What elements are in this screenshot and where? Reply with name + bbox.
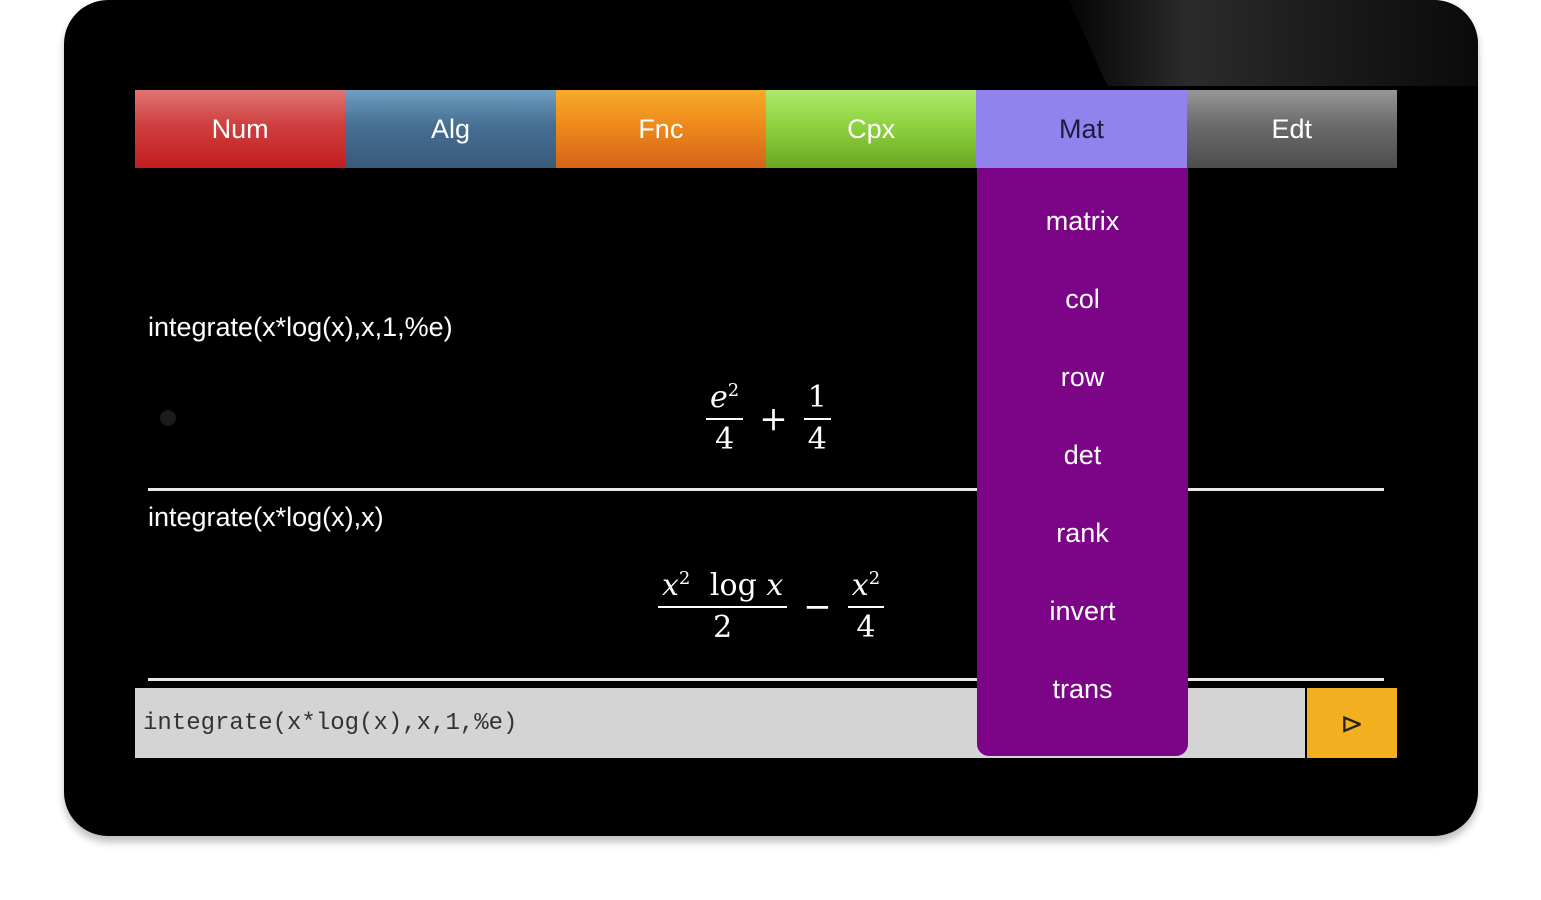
result-2-left-base: x	[662, 568, 679, 603]
tab-alg[interactable]: Alg	[345, 90, 556, 168]
history-divider-2	[148, 678, 1384, 681]
menu-item-rank[interactable]: rank	[977, 494, 1188, 572]
result-1-left-num: e	[710, 380, 728, 415]
menu-item-matrix[interactable]: matrix	[977, 182, 1188, 260]
result-2-right-exp: 2	[868, 568, 881, 589]
result-2-left-den: 2	[713, 610, 733, 645]
menu-item-det[interactable]: det	[977, 416, 1188, 494]
result-2-right-den: 4	[856, 610, 876, 645]
result-1-right-den: 4	[807, 422, 827, 457]
result-1-left-exp: 2	[727, 380, 740, 401]
mat-dropdown-menu: matrix col row det rank invert trans	[977, 168, 1188, 756]
history-input-1[interactable]: integrate(x*log(x),x,1,%e)	[148, 312, 453, 343]
result-2-left-exp: 2	[678, 568, 691, 589]
tab-num[interactable]: Num	[135, 90, 346, 168]
send-arrow-icon: ⊳	[1340, 707, 1364, 739]
camera-dot	[160, 410, 176, 426]
result-1-operator: +	[759, 399, 788, 439]
history-result-2: x2 log x 2 − x2 4	[652, 568, 890, 646]
tab-cpx[interactable]: Cpx	[765, 90, 977, 168]
history-input-2[interactable]: integrate(x*log(x),x)	[148, 502, 384, 533]
history-divider-1	[148, 488, 1384, 491]
menu-item-trans[interactable]: trans	[977, 650, 1188, 728]
tab-fnc[interactable]: Fnc	[555, 90, 766, 168]
screen-glare	[1069, 0, 1478, 86]
result-2-right-num: x	[851, 568, 869, 603]
category-tab-bar: Num Alg Fnc Cpx Mat Edt	[135, 90, 1397, 168]
result-2-left-log: log	[709, 568, 757, 603]
send-button[interactable]: ⊳	[1307, 688, 1397, 758]
history-result-1: e2 4 + 1 4	[700, 380, 837, 458]
result-2-left-var: x	[766, 568, 784, 603]
result-2-operator: −	[803, 587, 832, 627]
tab-mat[interactable]: Mat	[976, 90, 1187, 168]
menu-item-col[interactable]: col	[977, 260, 1188, 338]
result-1-right-num: 1	[807, 380, 827, 415]
result-1-left-den: 4	[715, 422, 735, 457]
tab-edt[interactable]: Edt	[1186, 90, 1397, 168]
menu-item-row[interactable]: row	[977, 338, 1188, 416]
menu-item-invert[interactable]: invert	[977, 572, 1188, 650]
